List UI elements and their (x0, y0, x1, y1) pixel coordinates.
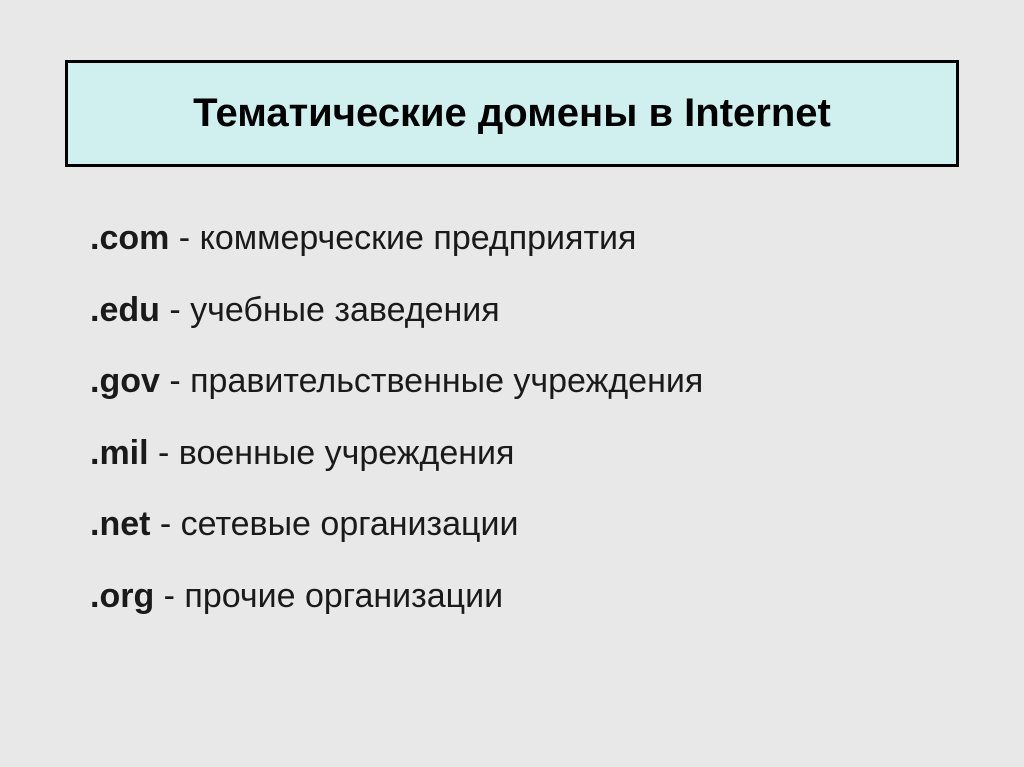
domain-name: .edu (90, 291, 160, 329)
domain-name: .mil (90, 434, 149, 472)
domain-desc: - прочие организации (154, 577, 503, 615)
title-box: Тематические домены в Internet (65, 60, 959, 167)
list-item: .mil - военные учреждения (90, 430, 959, 478)
list-item: .edu - учебные заведения (90, 287, 959, 335)
domain-desc: - военные учреждения (149, 434, 515, 472)
domain-desc: - правительственные учреждения (160, 362, 703, 400)
list-item: .org - прочие организации (90, 573, 959, 621)
domain-desc: - коммерческие предприятия (169, 219, 636, 257)
domain-desc: - учебные заведения (160, 291, 500, 329)
slide-title: Тематические домены в Internet (108, 91, 916, 136)
domain-desc: - сетевые организации (150, 505, 518, 543)
list-item: .net - сетевые организации (90, 501, 959, 549)
list-item: .com - коммерческие предприятия (90, 215, 959, 263)
domain-name: .org (90, 577, 154, 615)
domain-name: .com (90, 219, 169, 257)
domain-name: .gov (90, 362, 160, 400)
list-item: .gov - правительственные учреждения (90, 358, 959, 406)
domain-name: .net (90, 505, 150, 543)
domain-list: .com - коммерческие предприятия .edu - у… (65, 215, 959, 621)
